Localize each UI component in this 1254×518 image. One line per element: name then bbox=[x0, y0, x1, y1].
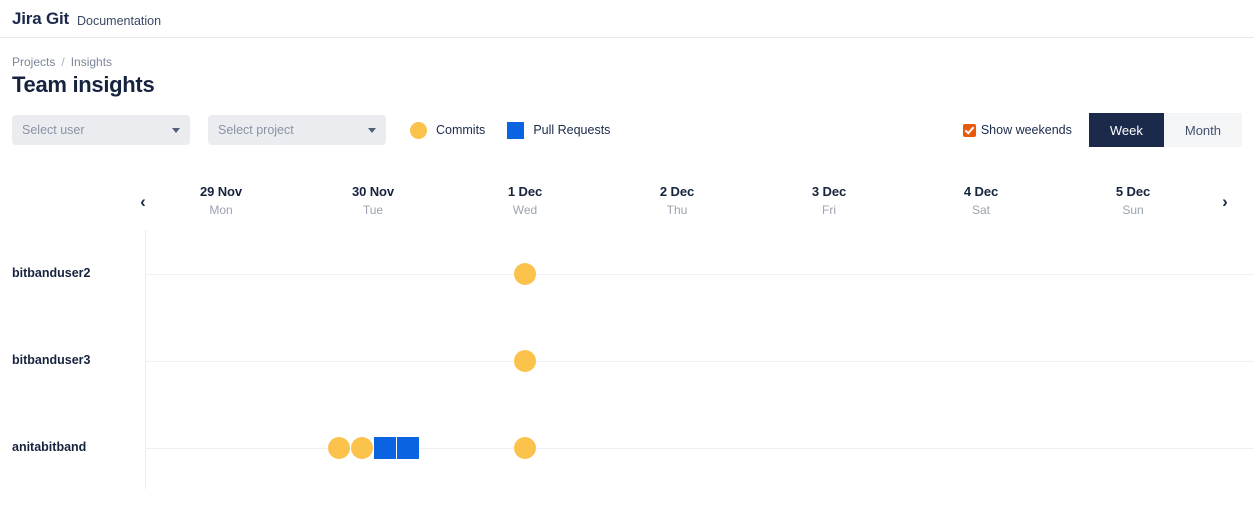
commit-marker[interactable] bbox=[514, 263, 536, 285]
day-column-header: 5 Dec Sun bbox=[1057, 184, 1209, 217]
day-column-header: 29 Nov Mon bbox=[145, 184, 297, 217]
row-baseline bbox=[145, 274, 1254, 275]
commit-marker[interactable] bbox=[514, 350, 536, 372]
breadcrumb-projects-link[interactable]: Projects bbox=[12, 55, 55, 69]
select-project-dropdown[interactable]: Select project bbox=[208, 115, 386, 145]
day-column-header: 30 Nov Tue bbox=[297, 184, 449, 217]
calendar-day-header: ‹ › 29 Nov Mon 30 Nov Tue 1 Dec Wed 2 Dec Thu 3 … bbox=[0, 176, 1254, 230]
day-date-label: 4 Dec bbox=[963, 184, 999, 199]
day-weekday-label: Sun bbox=[1122, 203, 1144, 217]
show-weekends-checkbox[interactable]: Show weekends bbox=[962, 123, 1072, 137]
commit-marker[interactable] bbox=[350, 437, 373, 459]
breadcrumb-insights-link[interactable]: Insights bbox=[71, 55, 112, 69]
app-brand[interactable]: Jira Git bbox=[12, 9, 69, 29]
range-toggle-group: Week Month bbox=[1088, 113, 1242, 147]
day-date-label: 3 Dec bbox=[811, 184, 847, 199]
next-week-arrow-icon[interactable]: › bbox=[1212, 188, 1238, 214]
select-project-value: Select project bbox=[218, 123, 294, 137]
timeline-left-divider bbox=[145, 230, 146, 489]
day-weekday-label: Tue bbox=[362, 203, 384, 217]
commit-marker[interactable] bbox=[327, 437, 350, 459]
app-header: Jira Git Documentation bbox=[0, 0, 1254, 38]
user-name-label[interactable]: anitabitband bbox=[12, 440, 86, 454]
day-weekday-label: Fri bbox=[822, 203, 836, 217]
chevron-down-icon bbox=[172, 127, 180, 133]
day-date-label: 1 Dec bbox=[507, 184, 543, 199]
select-user-value: Select user bbox=[22, 123, 85, 137]
day-column-header: 2 Dec Thu bbox=[601, 184, 753, 217]
legend-commits: Commits bbox=[410, 121, 486, 139]
pull-request-marker[interactable] bbox=[396, 437, 419, 459]
user-name-label[interactable]: bitbanduser2 bbox=[12, 266, 91, 280]
timeline-grid: bitbanduser2 bitbanduser3 anitabitband bbox=[0, 230, 1254, 518]
day-column-header: 4 Dec Sat bbox=[905, 184, 1057, 217]
day-column-header: 1 Dec Wed bbox=[449, 184, 601, 217]
day-weekday-label: Wed bbox=[512, 203, 538, 217]
timeline-user-row: bitbanduser3 bbox=[0, 350, 1254, 372]
timeline-user-row: anitabitband bbox=[0, 437, 1254, 459]
commit-dot-icon bbox=[410, 121, 427, 139]
day-weekday-label: Sat bbox=[971, 203, 990, 217]
day-weekday-label: Thu bbox=[666, 203, 688, 217]
page-title: Team insights bbox=[12, 72, 155, 97]
row-baseline bbox=[145, 361, 1254, 362]
legend-commits-label: Commits bbox=[436, 123, 486, 137]
commit-marker[interactable] bbox=[514, 437, 536, 459]
pull-request-square-icon bbox=[507, 121, 525, 139]
day-date-label: 5 Dec bbox=[1115, 184, 1151, 199]
timeline-user-row: bitbanduser2 bbox=[0, 263, 1254, 285]
chevron-down-icon bbox=[368, 127, 376, 133]
select-user-dropdown[interactable]: Select user bbox=[12, 115, 190, 145]
show-weekends-label: Show weekends bbox=[980, 123, 1072, 137]
row-baseline bbox=[145, 448, 1254, 449]
toolbar-right-group: Show weekends Week Month bbox=[962, 113, 1242, 147]
legend-pull-requests-label: Pull Requests bbox=[533, 123, 611, 137]
pull-request-marker[interactable] bbox=[373, 437, 396, 459]
day-weekday-label: Mon bbox=[209, 203, 233, 217]
day-date-label: 29 Nov bbox=[199, 184, 243, 199]
range-week-button[interactable]: Week bbox=[1088, 113, 1164, 147]
day-date-label: 30 Nov bbox=[351, 184, 395, 199]
range-month-button[interactable]: Month bbox=[1163, 113, 1242, 147]
breadcrumb-separator: / bbox=[61, 55, 65, 69]
breadcrumb: Projects / Insights bbox=[0, 55, 1254, 69]
day-column-header: 3 Dec Fri bbox=[753, 184, 905, 217]
user-name-label[interactable]: bitbanduser3 bbox=[12, 353, 91, 367]
insights-timeline: ‹ › 29 Nov Mon 30 Nov Tue 1 Dec Wed 2 Dec Thu 3 … bbox=[0, 176, 1254, 518]
app-brand-subtitle[interactable]: Documentation bbox=[77, 14, 161, 28]
filters-toolbar: Select user Select project Commits Pull … bbox=[0, 113, 1254, 147]
legend-pull-requests: Pull Requests bbox=[507, 121, 611, 139]
day-date-label: 2 Dec bbox=[659, 184, 695, 199]
checkbox-checked-icon bbox=[962, 123, 976, 137]
